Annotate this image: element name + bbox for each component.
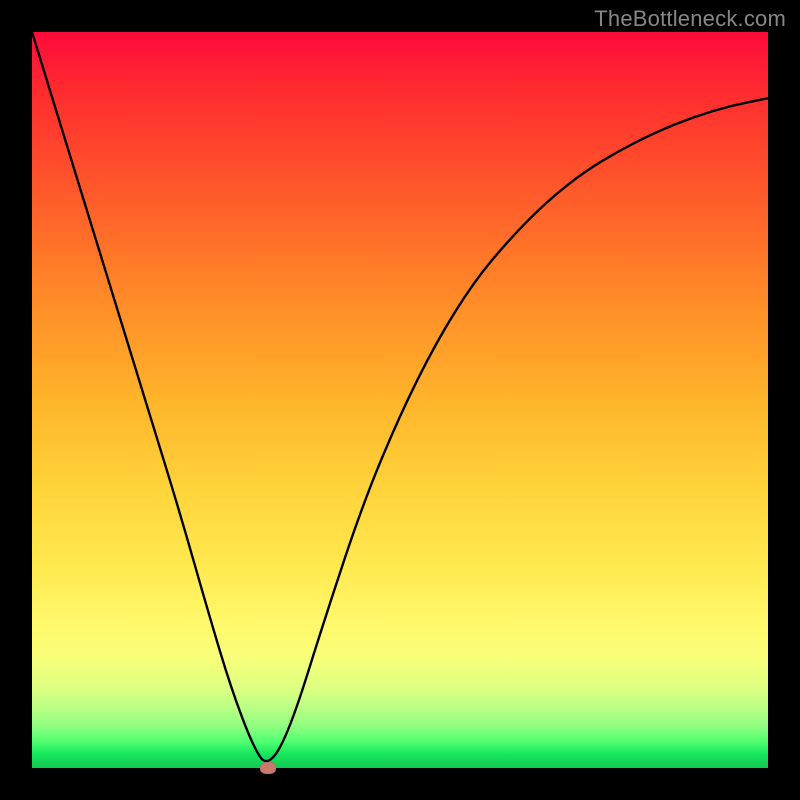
plot-area xyxy=(32,32,768,768)
chart-frame: TheBottleneck.com xyxy=(0,0,800,800)
curve-layer xyxy=(32,32,768,768)
watermark-text: TheBottleneck.com xyxy=(594,6,786,32)
bottleneck-curve xyxy=(32,32,768,761)
minimum-marker xyxy=(260,762,276,774)
